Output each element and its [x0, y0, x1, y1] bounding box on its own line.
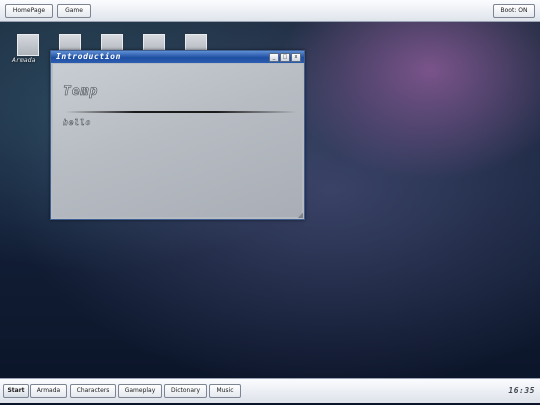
taskbar-characters-button[interactable]: Characters	[70, 384, 116, 398]
heading-divider	[65, 111, 297, 113]
homepage-button[interactable]: HomePage	[5, 4, 53, 18]
content-text: hello	[63, 118, 92, 127]
game-button[interactable]: Game	[57, 4, 91, 18]
resize-grip-icon[interactable]	[298, 213, 303, 218]
top-bar: HomePage Game Boot: ON	[0, 0, 540, 22]
desktop-icon-label: Armada	[12, 56, 36, 64]
window-content: Temp hello	[53, 64, 302, 217]
minimize-icon[interactable]: _	[269, 53, 279, 62]
close-icon[interactable]: x	[291, 53, 301, 62]
start-button[interactable]: Start	[3, 384, 29, 398]
taskbar: Start Armada Characters Gameplay Dictona…	[0, 378, 540, 403]
desktop-icon-armada[interactable]	[17, 34, 39, 56]
clock: 16:35	[508, 386, 535, 395]
maximize-icon[interactable]: □	[280, 53, 290, 62]
content-heading: Temp	[63, 84, 99, 100]
window-titlebar[interactable]: Introduction _ □ x	[51, 51, 304, 63]
taskbar-music-button[interactable]: Music	[209, 384, 241, 398]
taskbar-gameplay-button[interactable]: Gameplay	[118, 384, 162, 398]
taskbar-dictonary-button[interactable]: Dictonary	[164, 384, 207, 398]
taskbar-armada-button[interactable]: Armada	[30, 384, 67, 398]
window-title: Introduction	[56, 52, 121, 61]
boot-toggle-button[interactable]: Boot: ON	[493, 4, 535, 18]
introduction-window: Introduction _ □ x Temp hello	[50, 50, 305, 220]
